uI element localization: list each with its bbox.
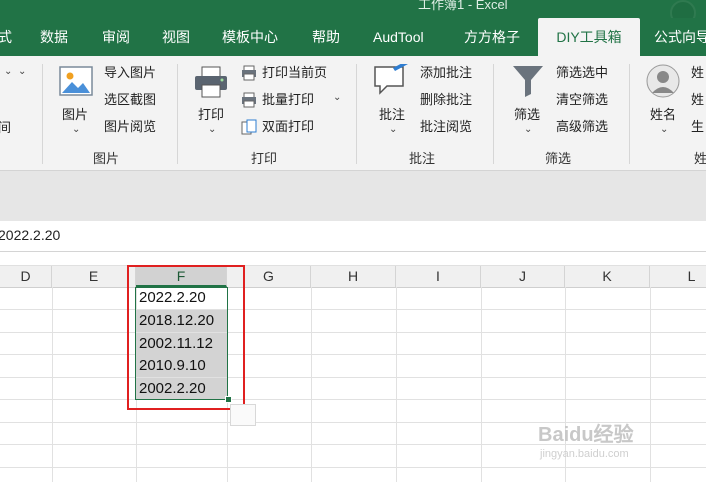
column-line <box>650 287 651 482</box>
ribbon-tabs: 式 数据 审阅 视图 模板中心 帮助 AudTool 方方格子 DIY工具箱 公… <box>0 18 706 56</box>
tab-view[interactable]: 视图 <box>162 18 190 56</box>
group-label-picture: 图片 <box>93 151 120 166</box>
person-icon[interactable] <box>646 64 680 98</box>
column-header-i[interactable]: I <box>396 266 481 287</box>
import-picture-button[interactable]: 导入图片 <box>104 65 156 81</box>
window-title: 工作簿1 - Excel <box>418 0 508 12</box>
chevron-down-icon[interactable]: ⌄ <box>389 124 397 135</box>
group-separator <box>42 64 43 164</box>
watermark-logo: Baidu经验 <box>538 424 634 446</box>
print-current-page-button[interactable]: 打印当前页 <box>262 65 327 81</box>
chevron-down-icon[interactable]: ⌄ <box>72 124 80 135</box>
tab-help[interactable]: 帮助 <box>312 18 340 56</box>
name-item-3[interactable]: 生 <box>691 119 704 135</box>
chevron-down-icon[interactable]: ⌄ <box>4 66 12 77</box>
tab-data[interactable]: 数据 <box>40 18 68 56</box>
advanced-filter-button[interactable]: 高级筛选 <box>556 119 608 135</box>
tab-review[interactable]: 审阅 <box>102 18 130 56</box>
quick-analysis-icon[interactable] <box>230 404 256 426</box>
group-separator <box>177 64 178 164</box>
row-line <box>0 467 706 468</box>
group-label-name: 姓 <box>694 151 706 166</box>
clear-filter-button[interactable]: 清空筛选 <box>556 92 608 108</box>
batch-print-icon <box>241 92 257 108</box>
ribbon-gap <box>0 171 706 221</box>
partial-left-item[interactable]: 间 <box>0 120 11 136</box>
picture-browse-button[interactable]: 图片阅览 <box>104 119 156 135</box>
group-label-comment: 批注 <box>409 151 436 166</box>
name-button[interactable]: 姓名 <box>650 104 676 123</box>
group-label-filter: 筛选 <box>545 151 572 166</box>
group-separator <box>356 64 357 164</box>
highlight-annotation-box <box>127 265 245 410</box>
column-header-d[interactable]: D <box>0 266 52 287</box>
tab-diy-toolbox[interactable]: DIY工具箱 <box>538 18 640 56</box>
chevron-down-icon[interactable]: ⌄ <box>660 124 668 135</box>
watermark-url: jingyan.baidu.com <box>540 448 629 460</box>
picture-button[interactable]: 图片 <box>62 104 88 123</box>
column-header-l[interactable]: L <box>650 266 706 287</box>
formula-bar[interactable]: 2022.2.20 <box>0 221 706 252</box>
comment-browse-button[interactable]: 批注阅览 <box>420 119 472 135</box>
column-header-k[interactable]: K <box>565 266 650 287</box>
title-bar: 工作簿1 - Excel <box>0 0 706 26</box>
tab-formula-wizard[interactable]: 公式向导 <box>654 18 706 56</box>
column-headers: D E F G H I J K L <box>0 265 706 288</box>
printer-icon[interactable] <box>194 66 228 98</box>
filter-button[interactable]: 筛选 <box>514 104 540 123</box>
tab-fangfang[interactable]: 方方格子 <box>464 18 520 56</box>
group-label-print: 打印 <box>251 151 278 166</box>
chevron-down-icon[interactable]: ⌄ <box>333 92 341 103</box>
column-line <box>481 287 482 482</box>
column-header-e[interactable]: E <box>52 266 136 287</box>
batch-print-button[interactable]: 批量打印 <box>262 92 314 108</box>
filter-selected-button[interactable]: 筛选选中 <box>556 65 608 81</box>
row-line <box>0 354 706 355</box>
print-button[interactable]: 打印 <box>198 104 224 123</box>
picture-icon[interactable] <box>59 66 93 96</box>
ribbon-body: ⌄ ⌄ 间 图片 ⌄ 导入图片 选区截图 图片阅览 图片 打印 ⌄ 打印当前页 … <box>0 56 706 171</box>
row-line <box>0 399 706 400</box>
column-line <box>52 287 53 482</box>
filter-icon[interactable] <box>512 64 544 98</box>
name-item-2[interactable]: 姓 <box>691 92 704 108</box>
comment-button[interactable]: 批注 <box>379 104 405 123</box>
add-comment-button[interactable]: 添加批注 <box>420 65 472 81</box>
range-screenshot-button[interactable]: 选区截图 <box>104 92 156 108</box>
group-separator <box>629 64 630 164</box>
name-item-1[interactable]: 姓 <box>691 65 704 81</box>
column-header-j[interactable]: J <box>481 266 565 287</box>
column-line <box>311 287 312 482</box>
chevron-down-icon[interactable]: ⌄ <box>524 124 532 135</box>
delete-comment-button[interactable]: 删除批注 <box>420 92 472 108</box>
chevron-down-icon[interactable]: ⌄ <box>18 66 26 77</box>
tab-template-center[interactable]: 模板中心 <box>222 18 278 56</box>
row-line <box>0 309 706 310</box>
row-line <box>0 332 706 333</box>
comment-icon[interactable] <box>373 61 409 98</box>
column-header-h[interactable]: H <box>311 266 396 287</box>
chevron-down-icon[interactable]: ⌄ <box>208 124 216 135</box>
formula-bar-value[interactable]: 2022.2.20 <box>0 227 60 243</box>
duplex-print-button[interactable]: 双面打印 <box>262 119 314 135</box>
tab-audtool[interactable]: AudTool <box>373 18 424 56</box>
row-line <box>0 377 706 378</box>
print-page-icon <box>241 65 257 81</box>
tab-formulas[interactable]: 式 <box>0 18 12 56</box>
group-separator <box>493 64 494 164</box>
column-line <box>396 287 397 482</box>
duplex-print-icon <box>241 119 257 135</box>
